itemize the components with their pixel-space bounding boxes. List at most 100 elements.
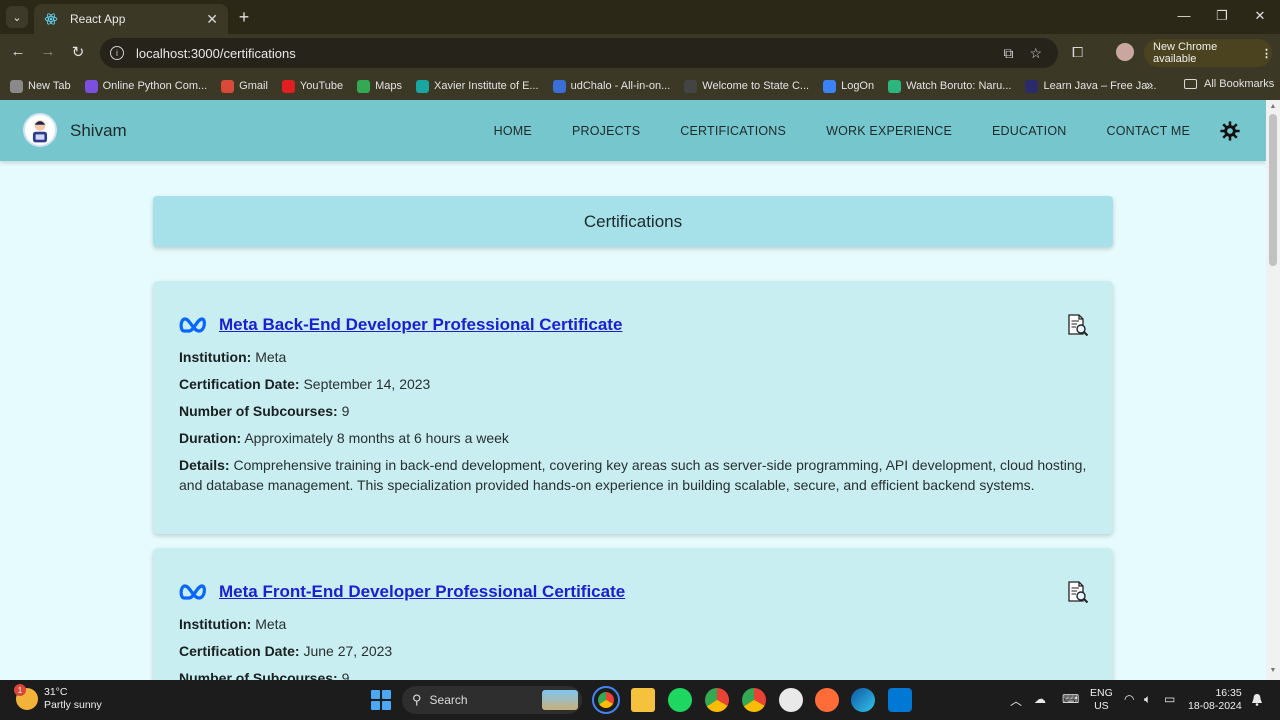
institution-field: Institution: Meta <box>179 616 287 632</box>
bookmark-label: udChalo - All-in-on... <box>570 80 671 92</box>
nav-certifications[interactable]: CERTIFICATIONS <box>680 124 786 138</box>
profile-avatar[interactable] <box>1116 43 1134 61</box>
all-bookmarks-button[interactable]: All Bookmarks <box>1184 78 1274 90</box>
chrome-update-button[interactable]: New Chrome available ⋮ <box>1144 39 1272 67</box>
bookmark-favicon-icon <box>1025 79 1039 93</box>
volume-icon[interactable]: 🔈︎ <box>1144 692 1151 707</box>
institution-field: Institution: Meta <box>179 349 287 365</box>
tray-chevron-icon[interactable]: ︿ <box>1010 692 1022 709</box>
certification-card: Meta Back-End Developer Professional Cer… <box>153 281 1113 534</box>
certification-title-link[interactable]: Meta Front-End Developer Professional Ce… <box>219 582 625 602</box>
wifi-icon[interactable]: ◠ <box>1124 692 1134 706</box>
tab-search-chevron-icon[interactable]: ⌄ <box>6 6 28 28</box>
language-code: ENG <box>1090 687 1113 699</box>
chrome-second-profile-icon[interactable] <box>742 688 766 712</box>
site-logo-avatar[interactable] <box>23 113 57 147</box>
bookmark-favicon-icon <box>416 79 430 93</box>
bookmark-item[interactable]: Watch Boruto: Naru... <box>888 79 1011 93</box>
notification-bell-icon[interactable] <box>1251 693 1263 706</box>
reload-button[interactable]: ↻ <box>68 43 88 61</box>
system-clock[interactable]: 16:35 18-08-2024 <box>1188 687 1242 713</box>
start-button[interactable] <box>371 690 391 710</box>
nav-work-experience[interactable]: WORK EXPERIENCE <box>826 124 952 138</box>
nav-education[interactable]: EDUCATION <box>992 124 1067 138</box>
extensions-icon[interactable]: ⧠ <box>1072 44 1083 61</box>
search-highlight-image <box>542 690 578 710</box>
url-text[interactable]: localhost:3000/certifications <box>136 46 1003 61</box>
certification-date-field: Certification Date: September 14, 2023 <box>179 376 431 392</box>
weather-badge: 1 <box>14 684 26 696</box>
bookmark-favicon-icon <box>10 79 23 93</box>
browser-tabstrip: ⌄ React App ✕ + — ❐ ✕ <box>0 0 1280 34</box>
weather-condition: Partly sunny <box>44 699 102 711</box>
document-search-icon[interactable] <box>1065 580 1089 604</box>
bookmark-star-icon[interactable]: ☆ <box>1029 45 1042 62</box>
bookmark-label: YouTube <box>299 80 344 92</box>
bookmark-label: Welcome to State C... <box>702 80 810 92</box>
bookmark-item[interactable]: Maps <box>357 79 402 93</box>
taskbar-search-label: Search <box>429 693 468 707</box>
certification-title-link[interactable]: Meta Back-End Developer Professional Cer… <box>219 315 622 335</box>
bookmark-favicon-icon <box>281 79 295 93</box>
file-explorer-icon[interactable] <box>631 688 655 712</box>
minimize-button[interactable]: — <box>1174 8 1194 23</box>
weather-sun-icon: 1 <box>14 684 38 710</box>
page-scrollbar[interactable]: ▲ ▼ <box>1266 100 1280 680</box>
bookmark-item[interactable]: YouTube <box>281 79 344 93</box>
bookmarks-bar: New Tab Online Python Com... Gmail YouTube M… <box>0 72 1280 100</box>
taskbar-search[interactable]: ⚲ Search <box>402 686 582 714</box>
site-brand[interactable]: Shivam <box>70 121 127 141</box>
bookmark-item[interactable]: udChalo - All-in-on... <box>552 79 671 93</box>
close-window-button[interactable]: ✕ <box>1250 8 1270 24</box>
nav-contact-me[interactable]: CONTACT ME <box>1107 124 1190 138</box>
edge-icon[interactable] <box>851 688 875 712</box>
bookmarks-overflow-icon[interactable]: » <box>1146 77 1153 92</box>
forward-button[interactable]: → <box>38 43 58 60</box>
vscode-icon[interactable] <box>888 688 912 712</box>
language-indicator[interactable]: ENG US <box>1090 687 1113 713</box>
postman-icon[interactable] <box>815 688 839 712</box>
address-bar[interactable]: i localhost:3000/certifications ⧉ ☆ <box>100 38 1058 68</box>
clock-time: 16:35 <box>1215 687 1242 699</box>
page-viewport: Shivam HOME PROJECTS CERTIFICATIONS WORK… <box>0 100 1266 680</box>
theme-toggle-icon[interactable] <box>1220 120 1240 141</box>
subcourses-field: Number of Subcourses: 9 <box>179 403 350 419</box>
scroll-down-arrow-icon[interactable]: ▼ <box>1269 667 1277 674</box>
spotify-icon[interactable] <box>668 688 692 712</box>
bookmark-item[interactable]: Xavier Institute of E... <box>416 79 539 93</box>
scroll-up-arrow-icon[interactable]: ▲ <box>1269 103 1277 110</box>
nav-home[interactable]: HOME <box>494 124 532 138</box>
restore-button[interactable]: ❐ <box>1212 8 1232 24</box>
bookmark-item[interactable]: Gmail <box>221 79 268 93</box>
site-info-icon[interactable]: i <box>110 46 124 60</box>
scrollbar-thumb[interactable] <box>1269 114 1277 266</box>
chrome-update-label: New Chrome available <box>1153 41 1218 65</box>
document-search-icon[interactable] <box>1065 313 1089 337</box>
battery-icon[interactable]: ▭ <box>1164 692 1175 706</box>
chrome-profile-icon[interactable] <box>705 688 729 712</box>
back-button[interactable]: ← <box>8 43 28 60</box>
certification-date-field: Certification Date: June 27, 2023 <box>179 643 393 659</box>
new-tab-button[interactable]: + <box>234 7 254 28</box>
bookmark-item[interactable]: Learn Java – Free Ja... <box>1025 79 1157 93</box>
duration-field: Duration: Approximately 8 months at 6 ho… <box>179 430 509 446</box>
react-icon <box>44 13 58 25</box>
weather-widget[interactable]: 1 31°C Partly sunny <box>14 684 102 712</box>
bookmark-item[interactable]: New Tab <box>10 79 71 93</box>
subcourses-field: Number of Subcourses: 9 <box>179 670 350 680</box>
page-title: Certifications <box>153 196 1113 247</box>
details-field: Details: Comprehensive training in back-… <box>179 457 1087 493</box>
install-app-icon[interactable]: ⧉ <box>1003 45 1013 62</box>
browser-tab[interactable]: React App ✕ <box>34 4 228 34</box>
keyboard-icon[interactable]: ⌨ <box>1062 692 1079 706</box>
bookmark-item[interactable]: Welcome to State C... <box>684 79 810 93</box>
nav-projects[interactable]: PROJECTS <box>572 124 640 138</box>
chrome-app-icon[interactable] <box>592 686 620 714</box>
bookmark-favicon-icon <box>823 79 837 93</box>
tab-close-icon[interactable]: ✕ <box>206 11 218 28</box>
bookmark-item[interactable]: Online Python Com... <box>84 79 207 93</box>
weather-temperature: 31°C <box>44 686 68 698</box>
onedrive-icon[interactable]: ☁ <box>1034 692 1046 706</box>
mongodb-compass-icon[interactable] <box>779 688 803 712</box>
bookmark-item[interactable]: LogOn <box>823 79 874 93</box>
